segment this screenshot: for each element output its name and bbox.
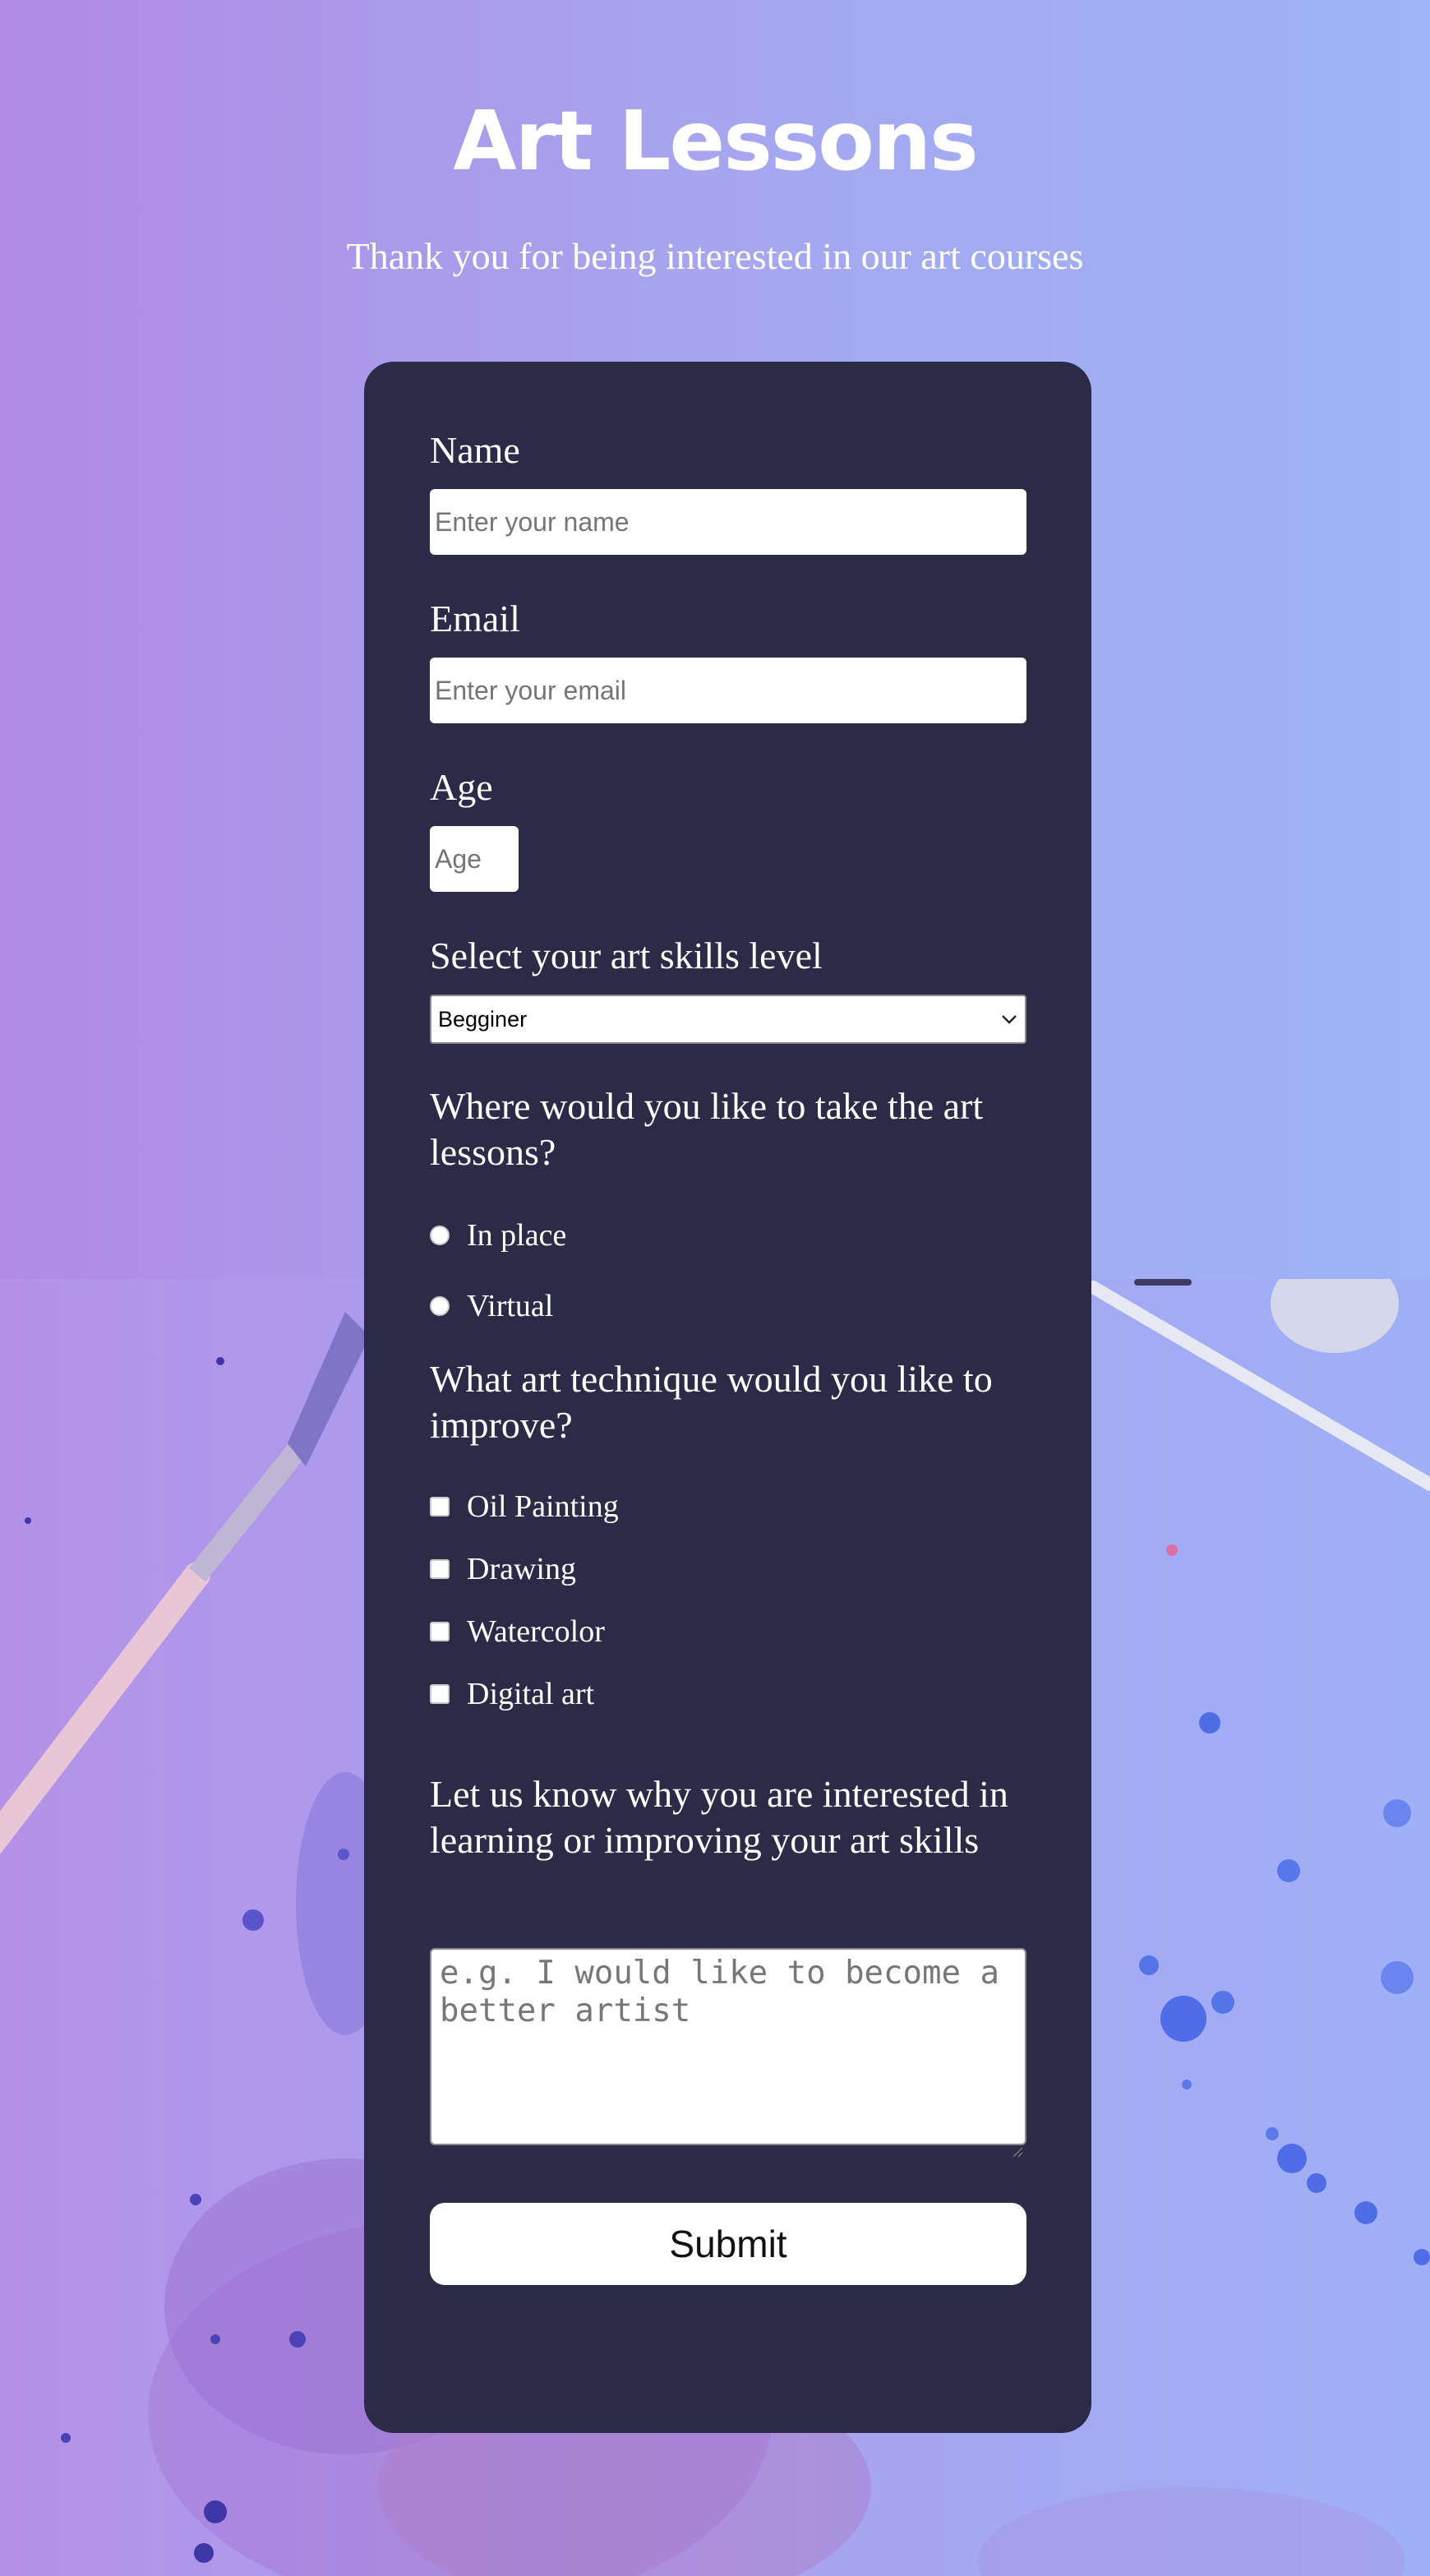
chevron-down-icon xyxy=(1000,1009,1018,1030)
age-label: Age xyxy=(430,766,493,808)
checkbox[interactable] xyxy=(430,1684,450,1704)
radio-button[interactable] xyxy=(430,1296,450,1316)
skill-level-selected-value: Begginer xyxy=(438,1006,528,1032)
submit-button[interactable]: Submit xyxy=(430,2203,1026,2285)
technique-question: What art technique would you like to imp… xyxy=(430,1358,993,1446)
checkbox[interactable] xyxy=(430,1559,450,1579)
skill-level-label: Select your art skills level xyxy=(430,935,823,976)
art-lessons-form: Name Email Age Select your art skills le… xyxy=(364,362,1091,2433)
checkbox-option-label: Digital art xyxy=(467,1677,595,1711)
page-title: Art Lessons xyxy=(453,93,978,189)
checkbox-option-oil-painting[interactable]: Oil Painting xyxy=(430,1486,619,1527)
checkbox[interactable] xyxy=(430,1497,450,1517)
location-question: Where would you like to take the art les… xyxy=(430,1085,984,1173)
age-input[interactable] xyxy=(430,826,519,892)
checkbox-option-drawing[interactable]: Drawing xyxy=(430,1549,576,1590)
reason-question: Let us know why you are interested in le… xyxy=(430,1773,1008,1861)
name-input[interactable] xyxy=(430,489,1026,555)
email-input[interactable] xyxy=(430,658,1026,723)
radio-option-label: Virtual xyxy=(467,1289,554,1323)
reason-textarea[interactable]: e.g. I would like to become a better art… xyxy=(430,1948,1026,2158)
checkbox[interactable] xyxy=(430,1622,450,1641)
checkbox-option-label: Watercolor xyxy=(467,1614,605,1649)
checkbox-option-digital-art[interactable]: Digital art xyxy=(430,1673,594,1715)
checkbox-option-watercolor[interactable]: Watercolor xyxy=(430,1611,605,1652)
checkbox-option-label: Oil Painting xyxy=(467,1489,619,1524)
skill-level-select[interactable]: Begginer xyxy=(430,995,1026,1044)
email-label: Email xyxy=(430,598,520,639)
radio-option-in-place[interactable]: In place xyxy=(430,1215,566,1256)
checkbox-option-label: Drawing xyxy=(467,1552,576,1586)
reason-placeholder: e.g. I would like to become a better art… xyxy=(440,1955,999,2029)
page-subtitle: Thank you for being interested in our ar… xyxy=(346,235,1084,277)
name-label: Name xyxy=(430,429,520,471)
radio-button[interactable] xyxy=(430,1226,450,1245)
radio-option-virtual[interactable]: Virtual xyxy=(430,1286,553,1327)
resize-grip-icon[interactable] xyxy=(1010,2129,1023,2158)
radio-option-label: In place xyxy=(467,1218,567,1253)
